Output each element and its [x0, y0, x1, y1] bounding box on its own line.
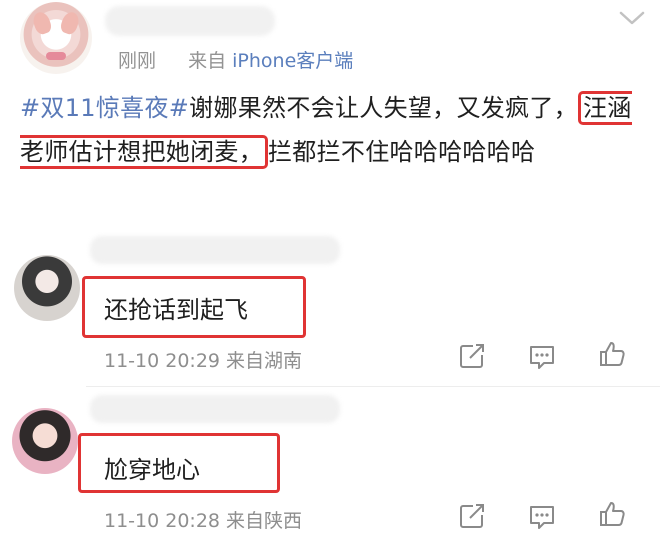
post-source-prefix: 来自 — [188, 50, 233, 72]
comment-icon[interactable] — [528, 343, 556, 371]
comment-text: 尬穿地心 — [104, 456, 200, 484]
comment-icon[interactable] — [528, 503, 556, 531]
comment-meta: 11-10 20:28 来自陕西 — [104, 510, 303, 532]
like-icon[interactable] — [598, 340, 626, 368]
post-time: 刚刚 — [118, 50, 157, 72]
post-meta: 刚刚 来自 iPhone客户端 — [118, 46, 353, 73]
share-icon[interactable] — [458, 342, 486, 370]
post-content: #双11惊喜夜#谢娜果然不会让人失望，又发疯了， 汪涵老师估计想把她闭麦， 拦都拦不… — [20, 86, 645, 174]
share-icon[interactable] — [458, 502, 486, 530]
post-text-part1: 谢娜果然不会让人失望，又发疯了， — [189, 94, 578, 122]
post-source[interactable]: iPhone客户端 — [232, 50, 353, 72]
comment-username-blurred[interactable] — [90, 236, 340, 264]
username-blurred[interactable] — [105, 6, 275, 36]
like-icon[interactable] — [598, 500, 626, 528]
comment-meta: 11-10 20:29 来自湖南 — [104, 350, 303, 372]
comment-avatar[interactable] — [12, 408, 78, 474]
comment-text: 还抢话到起飞 — [104, 296, 248, 324]
topic-link[interactable]: #双11惊喜夜# — [20, 94, 189, 122]
post-text-part2: 拦都拦不住哈哈哈哈哈哈 — [268, 138, 536, 166]
comment-username-blurred[interactable] — [90, 395, 340, 423]
divider — [86, 386, 660, 387]
post-avatar[interactable] — [20, 2, 92, 74]
chevron-down-icon[interactable] — [618, 8, 646, 28]
comment-avatar[interactable] — [14, 255, 80, 321]
